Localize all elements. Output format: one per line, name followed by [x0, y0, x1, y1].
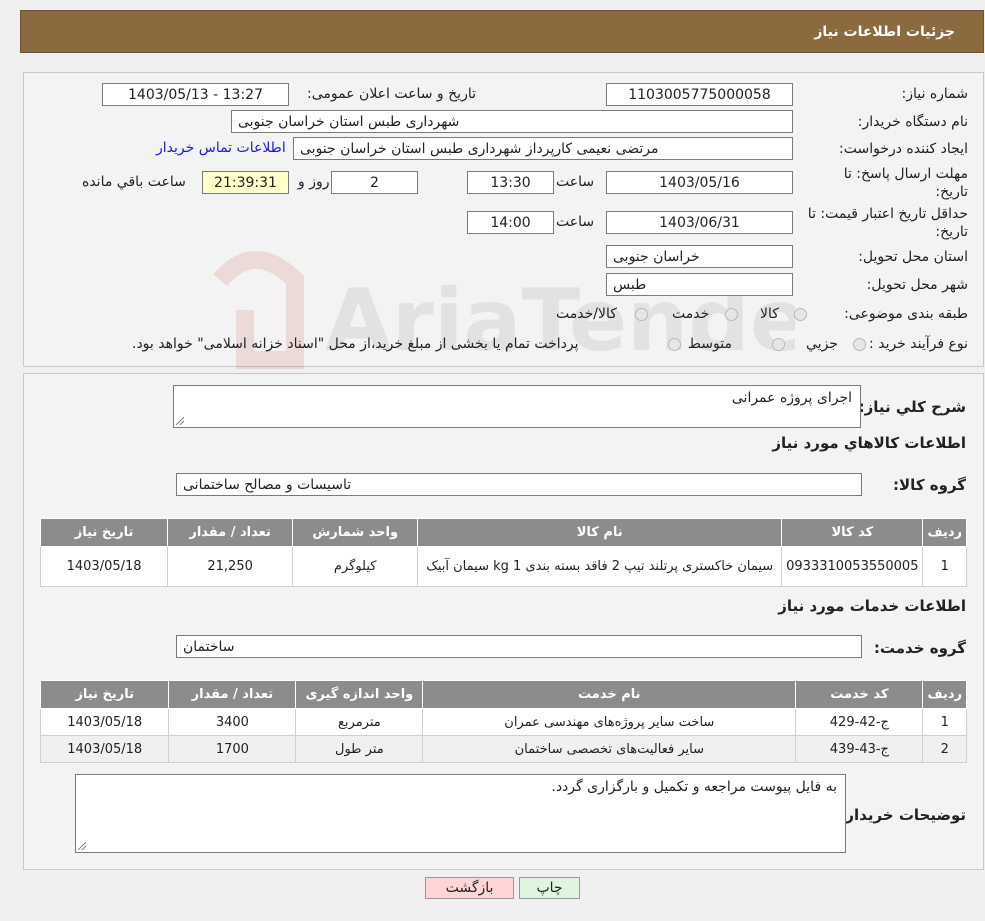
deadline-date-field: 1403/05/16	[606, 171, 793, 194]
goods-section-title: اطلاعات کالاهاي مورد نياز	[772, 434, 966, 452]
goods-table: رديف کد کالا نام کالا واحد شمارش تعداد /…	[39, 518, 967, 587]
days-label: روز و	[298, 174, 330, 190]
remaining-time-field: 21:39:31	[202, 171, 289, 194]
description-label: شرح کلي نياز:	[858, 398, 966, 416]
buyer-notes-textarea[interactable]: به فایل پیوست مراجعه و تکمیل و بارگزاری …	[75, 774, 846, 853]
category-option-goods: کالا	[760, 306, 779, 322]
announce-date-label: تاریخ و ساعت اعلان عمومی:	[307, 86, 476, 102]
deadline-time-label: ساعت	[556, 174, 595, 190]
col-row: رديف	[922, 680, 967, 709]
cell-quantity: 3400	[168, 708, 297, 736]
col-row: رديف	[922, 518, 967, 547]
buyer-org-label: نام دستگاه خریدار:	[857, 114, 968, 130]
process-option-small: جزیي	[806, 336, 838, 352]
col-need-date: تاریخ نیاز	[39, 680, 170, 709]
services-table: رديف کد خدمت نام خدمت واحد اندازه گیری ت…	[39, 680, 967, 763]
category-option-service: خدمت	[672, 306, 710, 322]
col-unit: واحد شمارش	[292, 518, 419, 547]
table-row: 1 ج-42-429 ساخت سایر پروژه‌های مهندسی عم…	[39, 708, 967, 736]
description-text: اجرای پروژه عمرانی	[731, 390, 852, 406]
cell-service-code: ج-43-439	[795, 735, 924, 763]
col-quantity: تعداد / مقدار	[168, 680, 297, 709]
province-field: خراسان جنوبی	[606, 245, 793, 268]
creator-label: ایجاد کننده درخواست:	[839, 141, 968, 157]
print-button[interactable]: چاپ	[519, 877, 580, 899]
treasury-note: پرداخت تمام یا بخشی از مبلغ خرید،از محل …	[132, 336, 579, 352]
cell-quantity: 1700	[168, 735, 297, 763]
goods-group-field: تاسیسات و مصالح ساختمانی	[176, 473, 862, 496]
process-type-label: نوع فرآیند خرید :	[869, 336, 968, 352]
city-label: شهر محل تحویل:	[866, 277, 968, 293]
category-label: طبقه بندی موضوعی:	[844, 306, 968, 322]
col-service-code: کد خدمت	[795, 680, 924, 709]
validity-date-field: 1403/06/31	[606, 211, 793, 234]
resize-grip-icon[interactable]	[176, 417, 184, 425]
days-remaining-field: 2	[331, 171, 418, 194]
category-radio-goods-service[interactable]	[635, 308, 648, 321]
col-goods-name: نام کالا	[417, 518, 783, 547]
cell-quantity: 21,250	[167, 546, 294, 587]
deadline-time-field: 13:30	[467, 171, 554, 194]
col-service-name: نام خدمت	[422, 680, 797, 709]
buyer-org-field: شهرداری طبس استان خراسان جنوبی	[231, 110, 793, 133]
goods-table-header: رديف کد کالا نام کالا واحد شمارش تعداد /…	[39, 518, 967, 547]
back-button[interactable]: بازگشت	[425, 877, 514, 899]
buyer-notes-text: به فایل پیوست مراجعه و تکمیل و بارگزاری …	[551, 779, 837, 795]
creator-field: مرتضی نعیمی کارپرداز شهرداری طبس استان خ…	[293, 137, 793, 160]
deadline-label: مهلت ارسال پاسخ: تا	[843, 166, 968, 182]
cell-service-code: ج-42-429	[795, 708, 924, 736]
cell-row: 1	[922, 708, 967, 736]
deadline-date-label: تاریخ:	[935, 184, 968, 200]
table-row: 2 ج-43-439 سایر فعالیت‌های تخصصی ساختمان…	[39, 735, 967, 763]
services-table-header: رديف کد خدمت نام خدمت واحد اندازه گیری ت…	[39, 680, 967, 709]
process-option-medium: متوسط	[688, 336, 732, 352]
services-group-label: گروه خدمت:	[873, 639, 966, 657]
province-label: استان محل تحویل:	[858, 249, 968, 265]
buyer-contact-link[interactable]: اطلاعات تماس خریدار	[156, 140, 286, 156]
category-radio-goods[interactable]	[794, 308, 807, 321]
col-measure-unit: واحد اندازه گیری	[295, 680, 424, 709]
description-textarea[interactable]: اجرای پروژه عمرانی	[173, 385, 861, 428]
cell-need-date: 1403/05/18	[39, 735, 170, 763]
page-header: جزئیات اطلاعات نیاز	[20, 10, 984, 53]
process-radio-medium[interactable]	[772, 338, 785, 351]
goods-group-label: گروه کالا:	[893, 476, 966, 494]
process-radio-small[interactable]	[853, 338, 866, 351]
validity-label: حداقل تاریخ اعتبار قیمت: تا	[807, 206, 968, 222]
buyer-notes-label: توضیحات خریدار:	[839, 806, 966, 824]
resize-grip-icon[interactable]	[78, 842, 86, 850]
col-quantity: تعداد / مقدار	[167, 518, 294, 547]
cell-measure-unit: مترمربع	[295, 708, 424, 736]
cell-row: 2	[922, 735, 967, 763]
table-row: 1 0933310053550005 سیمان خاکستری پرتلند …	[39, 546, 967, 587]
col-need-date: تاریخ نیاز	[39, 518, 169, 547]
category-radio-service[interactable]	[725, 308, 738, 321]
cell-need-date: 1403/05/18	[39, 546, 169, 587]
treasury-checkbox[interactable]	[668, 338, 681, 351]
need-number-field: 1103005775000058	[606, 83, 793, 106]
remaining-time-label: ساعت باقي مانده	[82, 174, 186, 190]
cell-goods-name: سیمان خاکستری پرتلند تیپ 2 فاقد بسته بند…	[417, 546, 783, 587]
validity-time-label: ساعت	[556, 214, 595, 230]
cell-unit: کیلوگرم	[292, 546, 419, 587]
cell-service-name: ساخت سایر پروژه‌های مهندسی عمران	[422, 708, 797, 736]
cell-service-name: سایر فعالیت‌های تخصصی ساختمان	[422, 735, 797, 763]
cell-row: 1	[922, 546, 967, 587]
cell-need-date: 1403/05/18	[39, 708, 170, 736]
validity-date-label: تاریخ:	[935, 224, 968, 240]
services-group-field: ساختمان	[176, 635, 862, 658]
validity-time-field: 14:00	[467, 211, 554, 234]
col-goods-code: کد کالا	[781, 518, 924, 547]
announce-date-field: 1403/05/13 - 13:27	[102, 83, 289, 106]
cell-measure-unit: متر طول	[295, 735, 424, 763]
city-field: طبس	[606, 273, 793, 296]
need-number-label: شماره نیاز:	[901, 86, 969, 102]
page-title: جزئیات اطلاعات نیاز	[814, 23, 955, 40]
services-section-title: اطلاعات خدمات مورد نياز	[778, 597, 966, 615]
category-option-goods-service: کالا/خدمت	[556, 306, 617, 322]
cell-goods-code: 0933310053550005	[781, 546, 924, 587]
